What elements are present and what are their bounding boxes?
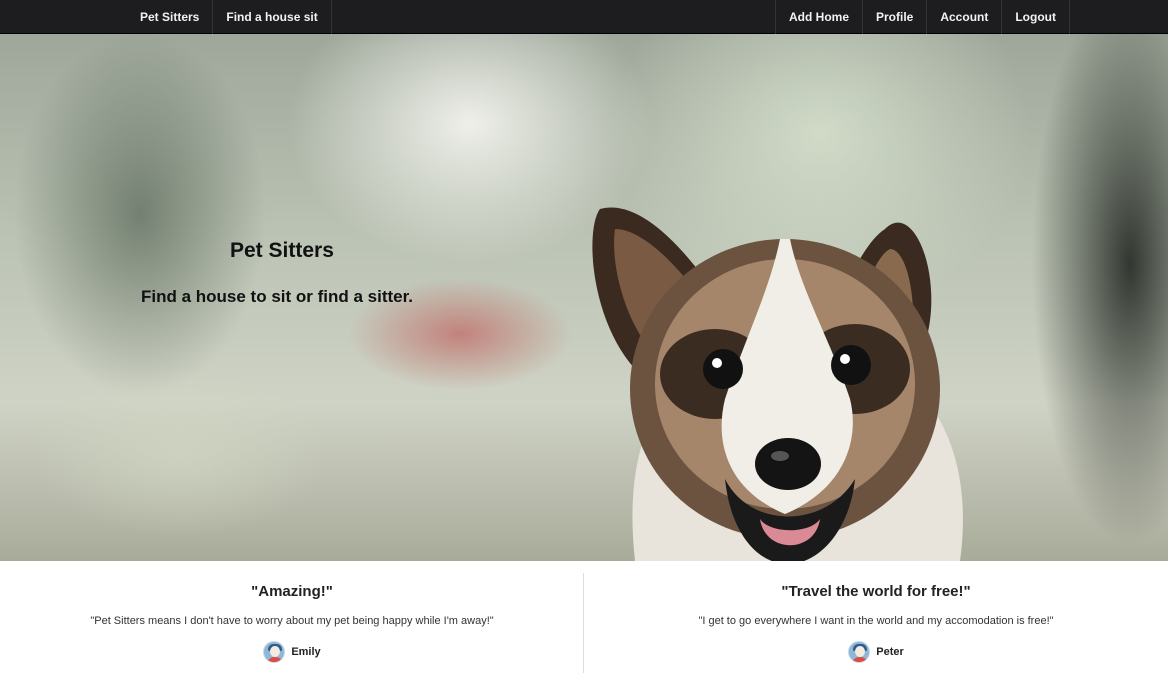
corgi-photo [592, 207, 963, 561]
author-name: Peter [876, 646, 904, 658]
testimonial-quote: "I get to go everywhere I want in the wo… [698, 615, 1054, 627]
hero-banner: Pet Sitters Find a house to sit or find … [0, 34, 1168, 561]
nav-logout[interactable]: Logout [1001, 0, 1070, 34]
testimonial-heading: "Amazing!" [251, 583, 333, 600]
navbar-left: Pet Sitters Find a house sit [127, 0, 332, 34]
testimonial-card: "Travel the world for free!" "I get to g… [584, 561, 1168, 673]
testimonial-card: "Amazing!" "Pet Sitters means I don't ha… [0, 561, 584, 673]
navbar-right: Add Home Profile Account Logout [775, 0, 1070, 34]
testimonial-heading: "Travel the world for free!" [781, 583, 971, 600]
hero-title: Pet Sitters [230, 239, 334, 262]
user-avatar-icon [848, 641, 871, 663]
nav-add-home[interactable]: Add Home [775, 0, 862, 34]
testimonial-quote: "Pet Sitters means I don't have to worry… [90, 615, 494, 627]
testimonial-author: Emily [0, 641, 584, 663]
top-navbar: Pet Sitters Find a house sit Add Home Pr… [0, 0, 1168, 34]
user-avatar-icon [263, 641, 286, 663]
nav-find-house-sit[interactable]: Find a house sit [213, 0, 332, 34]
author-name: Emily [291, 646, 321, 658]
nav-profile[interactable]: Profile [862, 0, 926, 34]
brand-link[interactable]: Pet Sitters [127, 0, 214, 34]
testimonial-author: Peter [584, 641, 1168, 663]
testimonials-section: "Amazing!" "Pet Sitters means I don't ha… [0, 561, 1168, 673]
hero-subtitle: Find a house to sit or find a sitter. [141, 287, 414, 306]
nav-account[interactable]: Account [926, 0, 1001, 34]
